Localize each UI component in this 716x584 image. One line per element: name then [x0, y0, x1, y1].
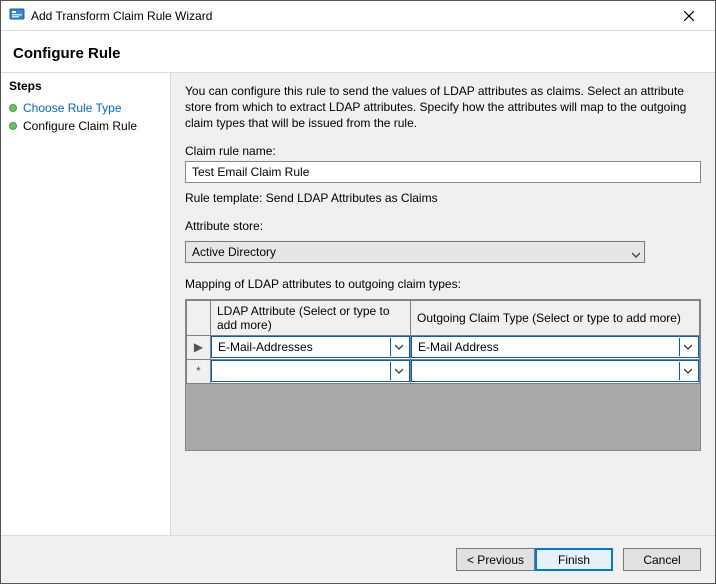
- grid-empty-area: [186, 384, 700, 451]
- claim-rule-name-label: Claim rule name:: [185, 144, 701, 158]
- description-text: You can configure this rule to send the …: [185, 83, 701, 132]
- nav-button-group: < Previous Finish: [456, 548, 613, 571]
- table-row: ▶ E-Mail-Addresses E-Mail Address: [187, 335, 700, 359]
- wizard-footer: < Previous Finish Cancel: [1, 535, 715, 583]
- row-marker: *: [187, 359, 211, 383]
- cancel-button[interactable]: Cancel: [623, 548, 701, 571]
- attribute-store-value: Active Directory: [192, 245, 276, 259]
- wizard-header: Configure Rule: [1, 31, 715, 73]
- outgoing-claim-cell[interactable]: E-Mail Address: [411, 336, 699, 358]
- attribute-store-dropdown[interactable]: Active Directory: [185, 241, 645, 263]
- chevron-down-icon: [679, 338, 695, 356]
- step-configure-claim-rule[interactable]: Configure Claim Rule: [9, 117, 162, 135]
- outgoing-claim-cell[interactable]: [411, 360, 699, 382]
- finish-button[interactable]: Finish: [535, 548, 613, 571]
- app-icon: [9, 6, 25, 25]
- step-label: Configure Claim Rule: [23, 119, 137, 133]
- chevron-down-icon: [679, 362, 695, 380]
- rule-template-value: Send LDAP Attributes as Claims: [266, 191, 438, 205]
- step-choose-rule-type[interactable]: Choose Rule Type: [9, 99, 162, 117]
- ldap-attribute-cell[interactable]: [211, 360, 410, 382]
- close-icon: [684, 11, 694, 21]
- attribute-store-label: Attribute store:: [185, 219, 701, 233]
- ldap-attribute-cell[interactable]: E-Mail-Addresses: [211, 336, 410, 358]
- wizard-window: Add Transform Claim Rule Wizard Configur…: [0, 0, 716, 584]
- titlebar: Add Transform Claim Rule Wizard: [1, 1, 715, 31]
- grid-col-ldap[interactable]: LDAP Attribute (Select or type to add mo…: [211, 300, 411, 335]
- page-title: Configure Rule: [13, 45, 703, 62]
- previous-button[interactable]: < Previous: [456, 548, 535, 571]
- window-close-button[interactable]: [667, 2, 711, 30]
- row-marker: ▶: [187, 335, 211, 359]
- chevron-down-icon: [390, 338, 406, 356]
- chevron-down-icon: [390, 362, 406, 380]
- window-title: Add Transform Claim Rule Wizard: [31, 9, 212, 23]
- mapping-grid: LDAP Attribute (Select or type to add mo…: [185, 299, 701, 451]
- rule-template-prefix: Rule template:: [185, 191, 266, 205]
- steps-pane: Steps Choose Rule Type Configure Claim R…: [1, 73, 171, 535]
- content-pane: You can configure this rule to send the …: [171, 73, 715, 535]
- steps-heading: Steps: [9, 79, 162, 93]
- step-bullet-icon: [9, 122, 17, 130]
- rule-template-line: Rule template: Send LDAP Attributes as C…: [185, 191, 701, 205]
- ldap-attribute-value: E-Mail-Addresses: [218, 340, 313, 354]
- grid-col-claim[interactable]: Outgoing Claim Type (Select or type to a…: [411, 300, 700, 335]
- step-bullet-icon: [9, 104, 17, 112]
- claim-rule-name-input[interactable]: [185, 161, 701, 183]
- mapping-label: Mapping of LDAP attributes to outgoing c…: [185, 277, 701, 291]
- chevron-down-icon: [632, 248, 640, 256]
- grid-corner: [187, 300, 211, 335]
- table-row: *: [187, 359, 700, 383]
- step-label: Choose Rule Type: [23, 101, 122, 115]
- grid-header-row: LDAP Attribute (Select or type to add mo…: [187, 300, 700, 335]
- outgoing-claim-value: E-Mail Address: [418, 340, 499, 354]
